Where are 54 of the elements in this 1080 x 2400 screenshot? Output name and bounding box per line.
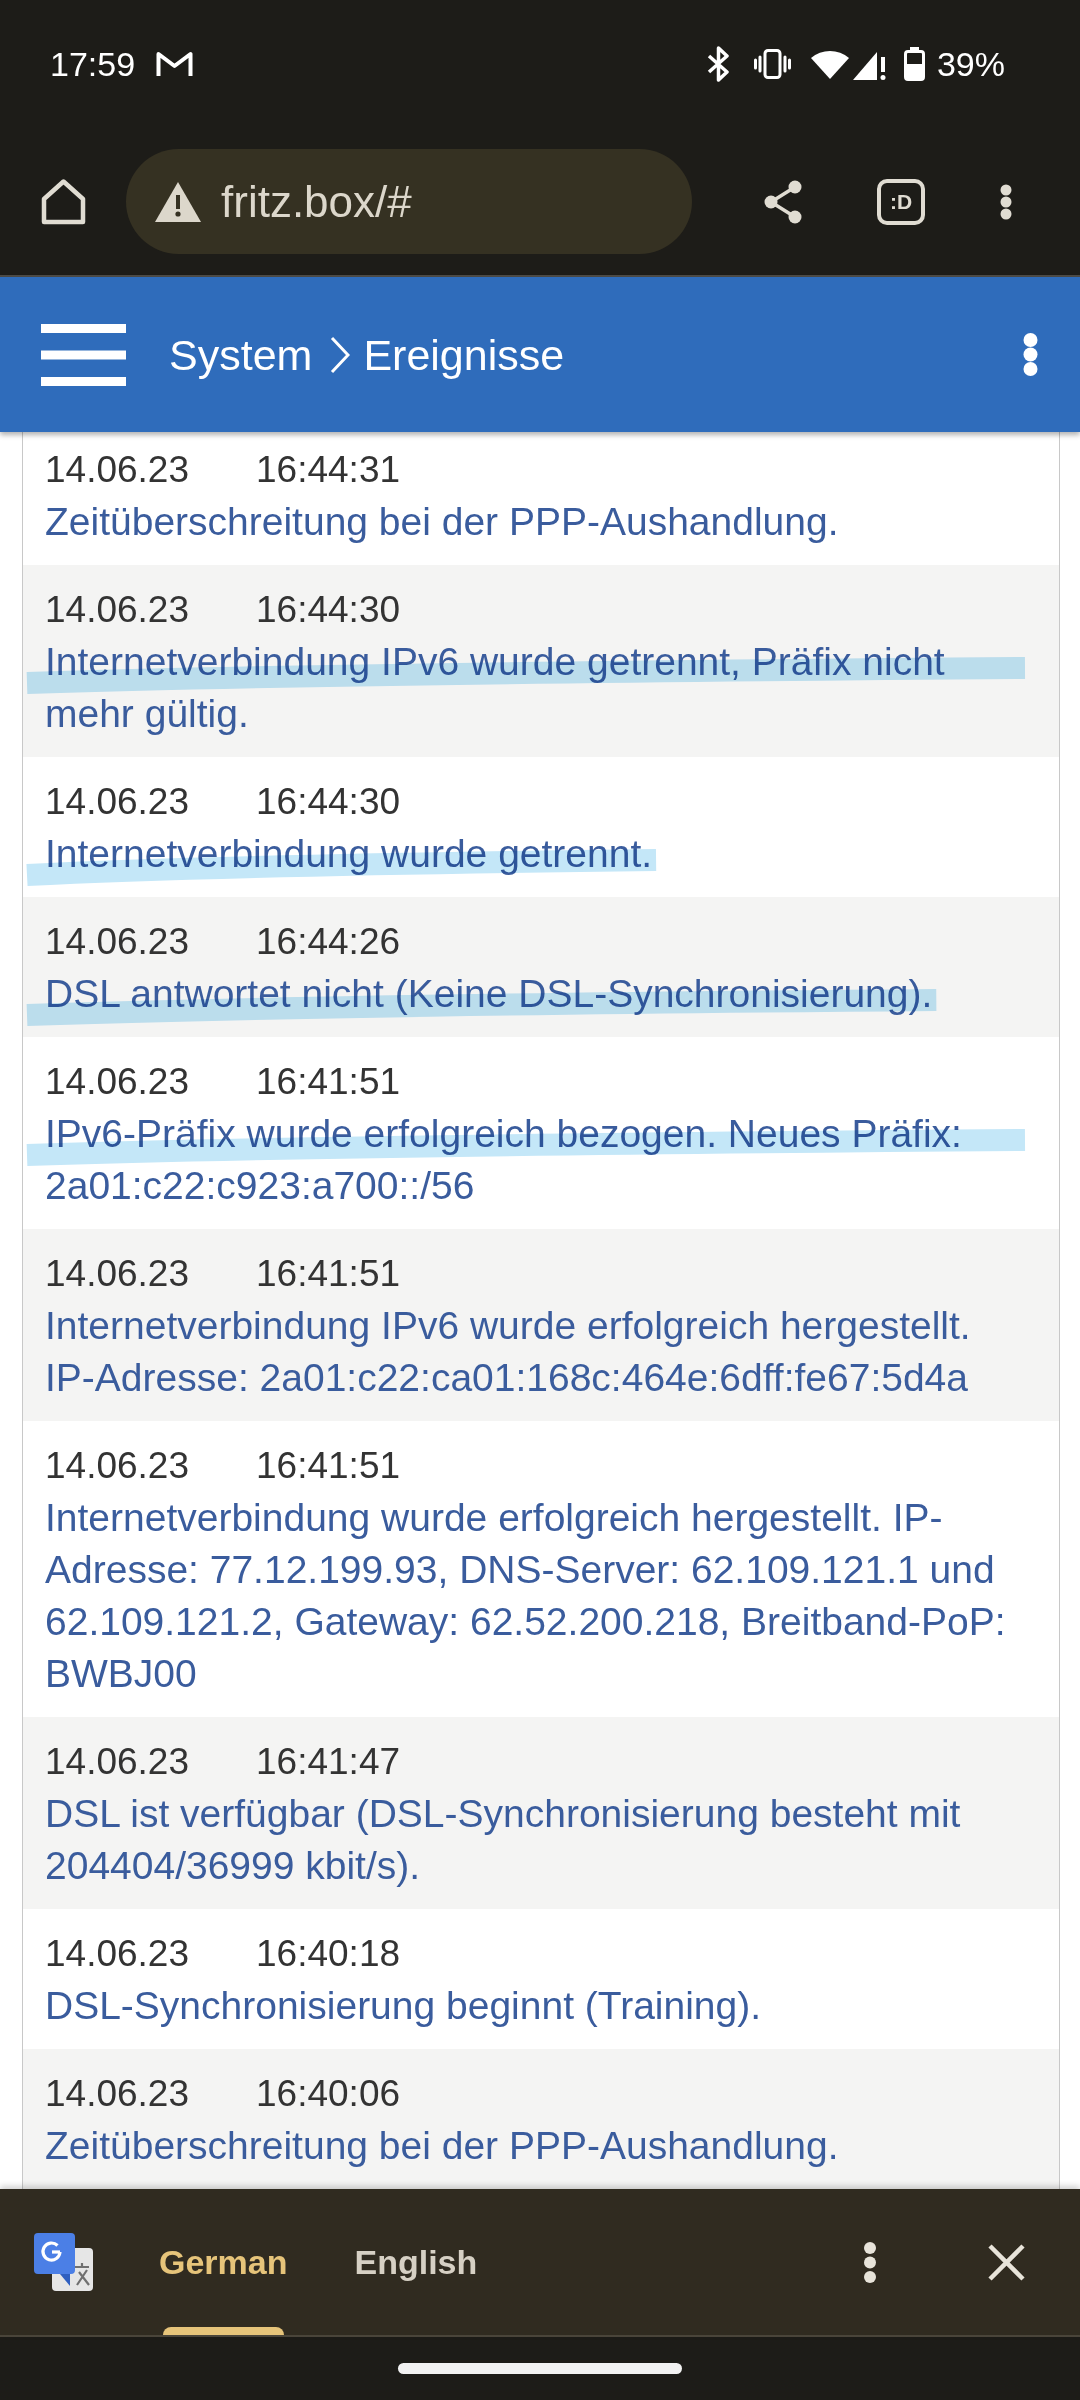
event-date: 14.06.23 [45, 588, 190, 632]
event-message: Zeitüberschreitung bei der PPP-Aushandlung. [45, 499, 839, 545]
event-date: 14.06.23 [45, 1932, 190, 1976]
event-time: 16:41:51 [256, 1444, 401, 1488]
page-title: Ereignisse [363, 329, 565, 381]
event-date: 14.06.23 [45, 780, 190, 824]
tab-switcher-button[interactable]: :D [877, 178, 925, 225]
event-message: Internetverbindung IPv6 wurde erfolgreich hergestellt. IP-Adresse: 2a01:c22:ca01:168c:464e:6dff:fe67:5d4a [45, 1303, 972, 1401]
wifi-icon [810, 49, 849, 79]
battery-icon [903, 47, 925, 81]
event-message: Internetverbindung IPv6 wurde getrennt, Präfix nicht mehr gültig. [45, 639, 946, 737]
event-time: 16:40:06 [256, 2072, 401, 2116]
event-date: 14.06.23 [45, 1444, 190, 1488]
event-time: 16:41:47 [256, 1740, 401, 1784]
warning-icon [154, 180, 202, 223]
event-time: 16:44:30 [256, 780, 401, 824]
bluetooth-icon [705, 46, 732, 82]
event-message: DSL-Synchronisierung beginnt (Training). [45, 1983, 762, 2029]
menu-button[interactable] [41, 323, 126, 386]
mail-icon [156, 50, 194, 78]
event-date: 14.06.23 [45, 448, 190, 492]
event-time: 16:44:31 [256, 448, 401, 492]
event-time: 16:44:30 [256, 588, 401, 632]
share-icon [763, 179, 803, 224]
battery-percentage: 39% [936, 44, 1005, 84]
event-time: 16:41:51 [256, 1252, 401, 1296]
menu-icon [41, 323, 126, 386]
event-message: DSL ist verfügbar (DSL-Synchronisierung besteht mit 204404/36999 kbit/s). [45, 1791, 962, 1889]
more-options-icon [864, 2241, 876, 2283]
event-message: DSL antwortet nicht (Keine DSL-Synchronisierung). [45, 971, 933, 1017]
more-options-icon [1000, 183, 1012, 220]
event-message: Internetverbindung wurde getrennt. [45, 831, 653, 877]
status-time: 17:59 [50, 44, 136, 84]
event-time: 16:41:51 [256, 1060, 401, 1104]
translate-icon [34, 2233, 93, 2291]
close-icon [987, 2243, 1025, 2281]
language-tab[interactable]: English [350, 2189, 482, 2335]
chevron-icon [330, 335, 351, 374]
more-options-icon [1022, 333, 1038, 376]
event-time: 16:40:18 [256, 1932, 401, 1976]
event-date: 14.06.23 [45, 2072, 190, 2116]
address-bar[interactable]: fritz.box/# [126, 149, 692, 254]
home-icon [39, 178, 87, 225]
event-date: 14.06.23 [45, 1060, 190, 1104]
vibration-icon [753, 49, 791, 79]
event-time: 16:44:26 [256, 920, 401, 964]
language-tab[interactable]: German [155, 2189, 292, 2335]
breadcrumb-link[interactable]: System [169, 328, 313, 381]
event-message: IPv6-Präfix wurde erfolgreich bezogen. Neues Präfix: 2a01:c22:c923:a700::/56 [45, 1111, 963, 1209]
event-message: Zeitüberschreitung bei der PPP-Aushandlung. [45, 2123, 839, 2169]
event-date: 14.06.23 [45, 1252, 190, 1296]
event-date: 14.06.23 [45, 1740, 190, 1784]
event-message: Internetverbindung wurde erfolgreich hergestellt. IP-Adresse: 77.12.199.93, DNS-Server: 62.109.121.1 und 62.109.121.2, Gateway: 62.52.200.218, Breitband-PoP: BWBJ00 [45, 1495, 1007, 1697]
event-date: 14.06.23 [45, 920, 190, 964]
